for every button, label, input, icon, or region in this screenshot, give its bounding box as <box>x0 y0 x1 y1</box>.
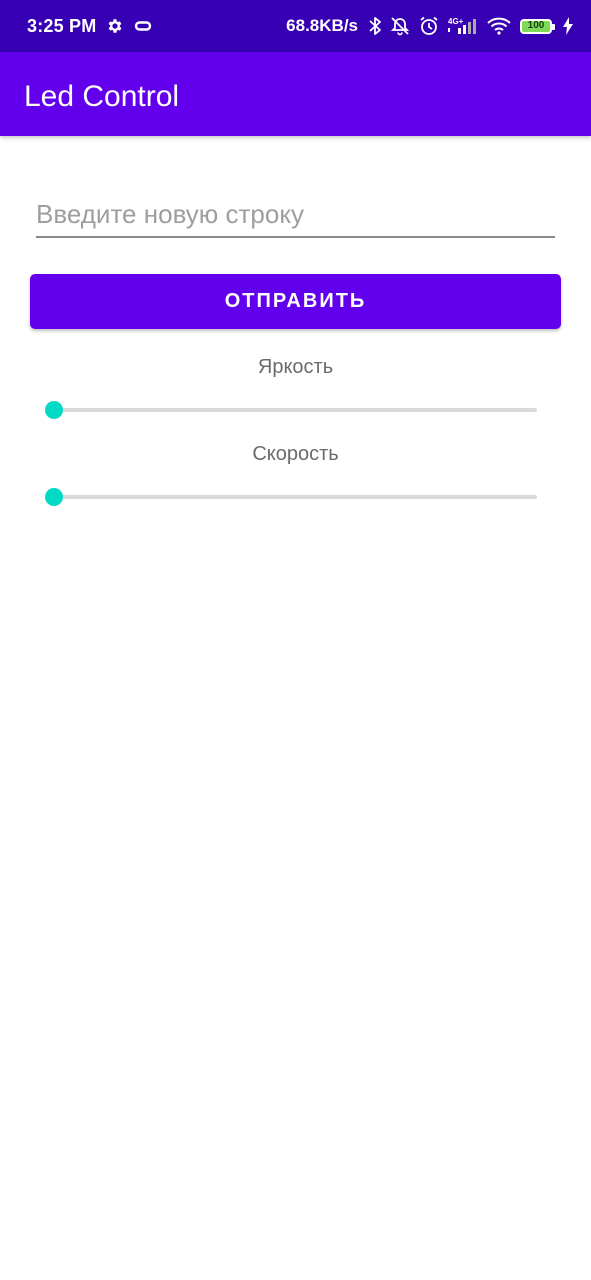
bluetooth-icon <box>369 16 381 36</box>
status-right: 68.8KB/s 4G+ 100 <box>286 0 573 52</box>
battery-icon: 100 <box>520 18 555 34</box>
charging-icon <box>563 17 573 35</box>
brightness-slider-thumb[interactable] <box>45 401 63 419</box>
brightness-slider-track[interactable] <box>54 408 537 412</box>
speed-label: Скорость <box>252 443 339 465</box>
app-title: Led Control <box>24 80 180 113</box>
battery-level: 100 <box>527 20 545 31</box>
brightness-slider[interactable] <box>45 395 537 425</box>
new-string-input[interactable] <box>36 192 555 236</box>
notifications-off-icon <box>390 16 410 36</box>
speed-slider-thumb[interactable] <box>45 488 63 506</box>
status-bar: 3:25 PM 68.8KB/s 4G+ 100 <box>0 0 591 52</box>
gear-icon <box>106 17 124 35</box>
app-bar: Led Control <box>0 52 591 136</box>
wifi-icon <box>487 17 511 35</box>
alarm-icon <box>419 16 439 36</box>
send-button[interactable]: ОТПРАВИТЬ <box>30 274 561 329</box>
link-icon <box>134 20 152 32</box>
status-time: 3:25 PM <box>27 15 97 36</box>
status-left: 3:25 PM <box>27 0 152 52</box>
cellular-signal-icon: 4G+ <box>448 16 478 36</box>
speed-slider[interactable] <box>45 482 537 512</box>
speed-slider-track[interactable] <box>54 495 537 499</box>
network-speed: 68.8KB/s <box>286 16 358 35</box>
brightness-label: Яркость <box>257 356 334 378</box>
new-string-field[interactable] <box>36 192 555 238</box>
